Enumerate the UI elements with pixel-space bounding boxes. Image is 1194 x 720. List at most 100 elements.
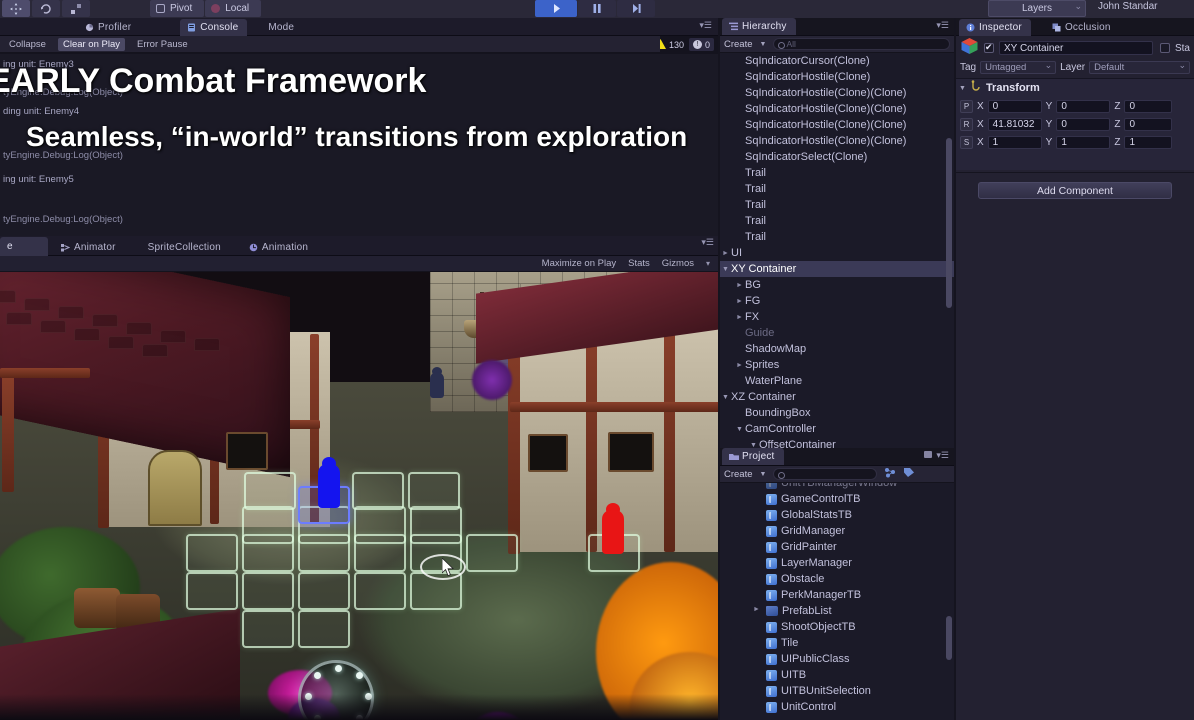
tab-game[interactable]: e: [0, 237, 48, 256]
hierarchy-item[interactable]: Guide: [720, 325, 954, 341]
hierarchy-scrollbar[interactable]: [946, 138, 952, 308]
foldout-open-icon[interactable]: ▼: [736, 422, 745, 437]
hierarchy-item[interactable]: SqIndicatorCursor(Clone): [720, 53, 954, 69]
transform-tools-group[interactable]: [2, 0, 90, 17]
tab-spritecollection[interactable]: SpriteCollection: [141, 239, 230, 256]
project-item[interactable]: Obstacle: [720, 571, 954, 587]
transform-header[interactable]: ▼ Transform: [956, 79, 1194, 97]
tab-hierarchy[interactable]: Hierarchy: [722, 18, 796, 35]
play-controls-group[interactable]: [535, 0, 655, 17]
foldout-closed-icon[interactable]: ►: [736, 310, 745, 325]
rotation-y-field[interactable]: 0: [1056, 118, 1111, 131]
hierarchy-item[interactable]: ▼ OffsetContainer: [720, 437, 954, 448]
project-item[interactable]: GlobalStatsTB: [720, 507, 954, 523]
project-item[interactable]: ► PrefabList: [720, 603, 954, 619]
hierarchy-item[interactable]: ► Sprites: [720, 357, 954, 373]
hierarchy-search-input[interactable]: All: [773, 38, 950, 50]
scale-y-field[interactable]: 1: [1056, 136, 1111, 149]
hierarchy-item[interactable]: Trail: [720, 197, 954, 213]
position-x-field[interactable]: 0: [987, 100, 1042, 113]
gizmos-dropdown-icon[interactable]: ▾: [706, 259, 710, 268]
gizmos-button[interactable]: Gizmos: [662, 258, 694, 269]
maximize-on-play-button[interactable]: Maximize on Play: [542, 258, 616, 269]
foldout-closed-icon[interactable]: ►: [722, 246, 731, 261]
layers-dropdown[interactable]: Layers: [988, 0, 1086, 17]
hierarchy-item[interactable]: Trail: [720, 165, 954, 181]
foldout-open-icon[interactable]: ▼: [722, 390, 731, 405]
project-create-button[interactable]: Create: [724, 469, 753, 480]
project-item[interactable]: PerkManagerTB: [720, 587, 954, 603]
pause-button[interactable]: [578, 0, 616, 17]
error-pause-button[interactable]: Error Pause: [132, 38, 193, 51]
hierarchy-item[interactable]: SqIndicatorHostile(Clone)(Clone): [720, 85, 954, 101]
project-list[interactable]: UnitTBManagerWindow GameControlTB GlobalSt…: [720, 483, 954, 720]
hierarchy-list[interactable]: SqIndicatorCursor(Clone) SqIndicatorHosti…: [720, 53, 954, 448]
project-item[interactable]: UIPublicClass: [720, 651, 954, 667]
hierarchy-item[interactable]: ► FG: [720, 293, 954, 309]
log-line[interactable]: tyEngine.Debug:Log(Object): [0, 214, 123, 225]
position-y-field[interactable]: 0: [1056, 100, 1111, 113]
project-item[interactable]: GridPainter: [720, 539, 954, 555]
project-item[interactable]: GridManager: [720, 523, 954, 539]
scale-tool-icon[interactable]: [62, 0, 90, 17]
tab-inspector[interactable]: Inspector: [959, 19, 1031, 36]
object-name-field[interactable]: XY Container: [999, 41, 1153, 55]
clear-on-play-button[interactable]: Clear on Play: [57, 37, 125, 51]
foldout-open-icon[interactable]: ▼: [750, 438, 759, 448]
project-search-input[interactable]: [773, 468, 878, 480]
project-item[interactable]: UnitControl: [720, 699, 954, 715]
project-scrollbar[interactable]: [946, 616, 952, 660]
hierarchy-create-button[interactable]: Create: [724, 39, 753, 50]
scale-z-field[interactable]: 1: [1124, 136, 1173, 149]
foldout-open-icon[interactable]: ▼: [722, 262, 731, 277]
hierarchy-item[interactable]: SqIndicatorSelect(Clone): [720, 149, 954, 165]
local-dropdown[interactable]: Local: [205, 0, 262, 17]
static-checkbox[interactable]: [1159, 43, 1170, 53]
hierarchy-item[interactable]: BoundingBox: [720, 405, 954, 421]
position-z-field[interactable]: 0: [1124, 100, 1173, 113]
project-item[interactable]: Tile: [720, 635, 954, 651]
hierarchy-item[interactable]: Trail: [720, 181, 954, 197]
hierarchy-item[interactable]: ► FX: [720, 309, 954, 325]
foldout-closed-icon[interactable]: ►: [736, 278, 745, 293]
project-item[interactable]: ShootObjectTB: [720, 619, 954, 635]
log-line[interactable]: ing unit: Enemy5: [0, 174, 74, 185]
project-lock-icon[interactable]: [924, 451, 932, 458]
account-label[interactable]: John Standar: [1098, 1, 1158, 12]
hierarchy-item[interactable]: SqIndicatorHostile(Clone)(Clone): [720, 133, 954, 149]
add-component-button[interactable]: Add Component: [978, 182, 1172, 199]
project-item[interactable]: UnitTBManagerWindow: [720, 483, 954, 491]
tab-console[interactable]: Console: [180, 19, 248, 36]
rotate-tool-icon[interactable]: [32, 0, 60, 17]
pivot-dropdown[interactable]: Pivot: [150, 0, 205, 17]
object-enabled-checkbox[interactable]: [984, 42, 994, 53]
hierarchy-item[interactable]: ▼ CamController: [720, 421, 954, 437]
hierarchy-item[interactable]: Trail: [720, 229, 954, 245]
tab-profiler[interactable]: Profiler: [78, 19, 140, 36]
project-item[interactable]: UITBUnitSelection: [720, 683, 954, 699]
collapse-button[interactable]: Collapse: [4, 38, 51, 51]
project-filter-type-icon[interactable]: [884, 467, 896, 481]
rotation-x-field[interactable]: 41.81032: [987, 118, 1042, 131]
rotation-z-field[interactable]: 0: [1124, 118, 1173, 131]
tab-occlusion[interactable]: Occlusion: [1045, 19, 1120, 36]
hierarchy-item[interactable]: SqIndicatorHostile(Clone): [720, 69, 954, 85]
hierarchy-item[interactable]: ▼ XY Container: [720, 261, 954, 277]
tab-project[interactable]: Project: [722, 448, 784, 465]
step-button[interactable]: [617, 0, 655, 17]
scale-x-field[interactable]: 1: [987, 136, 1042, 149]
play-button[interactable]: [535, 0, 577, 17]
hierarchy-item[interactable]: ShadowMap: [720, 341, 954, 357]
tab-animation[interactable]: Animation: [242, 239, 317, 256]
project-item[interactable]: UITB: [720, 667, 954, 683]
hierarchy-options-icon[interactable]: ▾☰: [936, 20, 949, 31]
stats-button[interactable]: Stats: [628, 258, 650, 269]
chevron-down-icon[interactable]: ▼: [760, 41, 767, 48]
hierarchy-item[interactable]: WaterPlane: [720, 373, 954, 389]
foldout-arrow-icon[interactable]: ▼: [959, 85, 966, 92]
foldout-closed-icon[interactable]: ►: [736, 294, 745, 309]
tab-animator[interactable]: Animator: [54, 239, 125, 256]
layer-dropdown[interactable]: Default: [1089, 60, 1190, 74]
foldout-closed-icon[interactable]: ►: [753, 603, 762, 618]
hierarchy-item[interactable]: Trail: [720, 213, 954, 229]
